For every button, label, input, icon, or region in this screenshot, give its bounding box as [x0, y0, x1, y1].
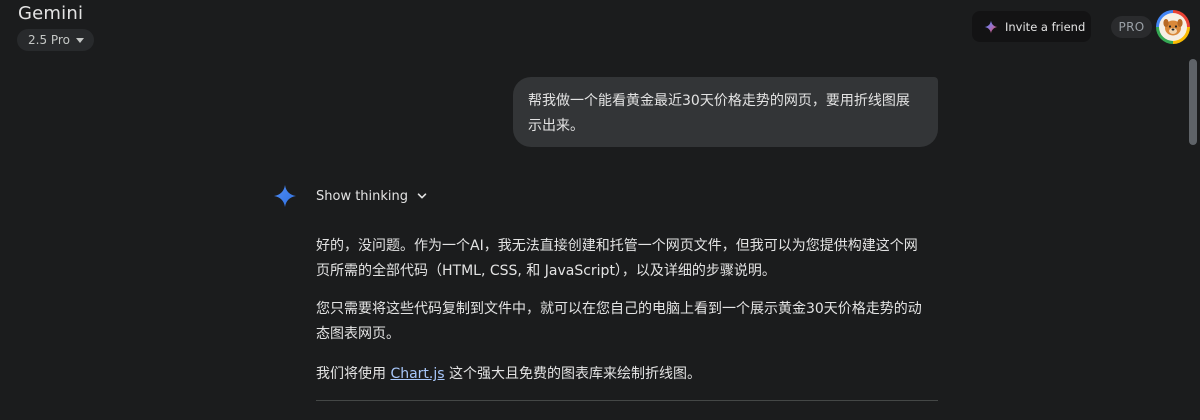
response-text: 这个强大且免费的图表库来绘制折线图。 [444, 366, 702, 382]
divider [316, 400, 938, 401]
avatar-image [1159, 13, 1187, 41]
model-selector[interactable]: 2.5 Pro [17, 29, 94, 51]
response-paragraph: 好的，没问题。作为一个AI，我无法直接创建和托管一个网页文件，但我可以为您提供构… [316, 234, 946, 284]
user-message-line: 示出来。 [528, 118, 584, 134]
brand-title: Gemini [18, 3, 84, 24]
response-text: 我们将使用 [316, 366, 391, 382]
chevron-down-icon [417, 193, 427, 199]
dog-avatar-icon [1163, 19, 1183, 36]
response-paragraph: 您只需要将这些代码复制到文件中，就可以在您自己的电脑上看到一个展示黄金30天价格… [316, 297, 946, 347]
response-paragraph: 我们将使用 Chart.js 这个强大且免费的图表库来绘制折线图。 [316, 362, 946, 387]
response-line: 态图表网页。 [316, 326, 400, 342]
invite-friend-button[interactable]: Invite a friend [972, 11, 1091, 42]
gemini-spark-icon [274, 185, 296, 207]
show-thinking-toggle[interactable]: Show thinking [316, 186, 428, 206]
caret-down-icon [75, 37, 84, 43]
pro-badge: PRO [1111, 16, 1152, 38]
user-message-line: 帮我做一个能看黄金最近30天价格走势的网页，要用折线图展 [528, 93, 910, 109]
model-label: 2.5 Pro [28, 33, 70, 47]
response-line: 页所需的全部代码（HTML, CSS, 和 JavaScript），以及详细的步… [316, 263, 776, 279]
chartjs-link[interactable]: Chart.js [390, 366, 444, 382]
scrollbar[interactable] [1186, 55, 1200, 420]
show-thinking-label: Show thinking [316, 188, 409, 204]
sparkle-icon [984, 20, 998, 33]
invite-friend-label: Invite a friend [1005, 19, 1086, 34]
gemini-app: Gemini 2.5 Pro Invite a friend PRO 帮我做一个… [0, 0, 1200, 420]
response-line: 好的，没问题。作为一个AI，我无法直接创建和托管一个网页文件，但我可以为您提供构… [316, 238, 918, 254]
scrollbar-thumb[interactable] [1189, 59, 1197, 145]
response-line: 您只需要将这些代码复制到文件中，就可以在您自己的电脑上看到一个展示黄金30天价格… [316, 301, 922, 317]
user-message-bubble: 帮我做一个能看黄金最近30天价格走势的网页，要用折线图展 示出来。 [513, 77, 938, 147]
avatar[interactable] [1156, 10, 1190, 44]
